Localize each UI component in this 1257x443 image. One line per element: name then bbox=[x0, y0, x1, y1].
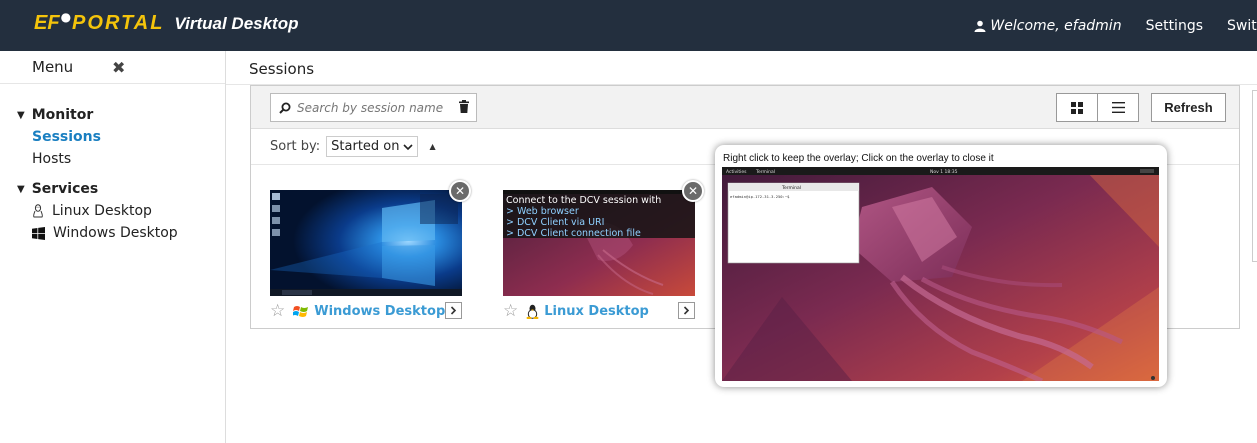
group-title-text: Monitor bbox=[31, 107, 94, 123]
search-icon bbox=[279, 102, 291, 114]
sidebar-group-services: ▼ Services Linux Desktop Windows Desktop bbox=[0, 178, 225, 244]
terminal-tab-label: Terminal bbox=[755, 169, 775, 175]
menu-label: Menu bbox=[32, 58, 74, 76]
linux-icon bbox=[32, 204, 44, 218]
settings-link[interactable]: Settings bbox=[1146, 18, 1203, 34]
session-preview-overlay[interactable]: Right click to keep the overlay; Click o… bbox=[715, 145, 1167, 387]
windows-desktop-screenshot bbox=[270, 190, 462, 296]
star-icon[interactable]: ☆ bbox=[270, 301, 285, 321]
sidebar-group-title-monitor[interactable]: ▼ Monitor bbox=[0, 104, 225, 126]
connect-title: Connect to the DCV session with bbox=[506, 195, 662, 206]
brand-product: Virtual Desktop bbox=[174, 14, 299, 33]
list-view-button[interactable] bbox=[1097, 94, 1138, 121]
top-bar: EF ● PORTAL Virtual Desktop Welcome, efa… bbox=[0, 0, 1257, 51]
connect-uri-link[interactable]: > DCV Client via URI bbox=[506, 217, 692, 228]
chevron-right-icon bbox=[683, 306, 690, 315]
session-name[interactable]: Linux Desktop bbox=[544, 304, 649, 319]
session-thumbnail[interactable] bbox=[270, 190, 462, 296]
windows-icon bbox=[32, 226, 45, 240]
brand-dot: ● bbox=[60, 10, 72, 24]
connect-file-link[interactable]: > DCV Client connection file bbox=[506, 228, 692, 239]
brand-ef: EF bbox=[34, 12, 60, 34]
sidebar-item-linux-desktop[interactable]: Linux Desktop bbox=[0, 200, 225, 222]
connect-options-overlay: Connect to the DCV session with > Web br… bbox=[503, 194, 695, 239]
welcome-link[interactable]: Welcome, efadmin bbox=[974, 17, 1122, 34]
sort-selected: Started on bbox=[331, 139, 400, 154]
terminal-prompt: efadmin@ip-172-31-3-250:~$ bbox=[730, 194, 790, 199]
search-input[interactable] bbox=[297, 100, 457, 115]
session-card-footer: ☆ Linux Desktop bbox=[503, 300, 695, 322]
sort-row: Sort by: Started on ▲ bbox=[270, 136, 436, 157]
clock-label: Nov 1 18:35 bbox=[930, 169, 958, 175]
sidebar-group-title-services[interactable]: ▼ Services bbox=[0, 178, 225, 200]
overlay-hint: Right click to keep the overlay; Click o… bbox=[723, 153, 994, 164]
refresh-button[interactable]: Refresh bbox=[1151, 93, 1226, 122]
switch-link[interactable]: Swit bbox=[1227, 18, 1257, 34]
linux-icon bbox=[526, 304, 539, 319]
page-title: Sessions bbox=[249, 60, 315, 78]
caret-down-icon: ▼ bbox=[17, 109, 25, 121]
brand-logo[interactable]: EF ● PORTAL Virtual Desktop bbox=[34, 10, 299, 35]
close-session-icon[interactable]: ✕ bbox=[682, 180, 704, 202]
sidebar-item-label: Windows Desktop bbox=[53, 225, 178, 241]
top-right-nav: Welcome, efadmin Settings Swit bbox=[974, 0, 1257, 51]
ubuntu-desktop-screenshot: Activities Terminal Nov 1 18:35 Terminal… bbox=[722, 167, 1159, 381]
star-icon[interactable]: ☆ bbox=[503, 301, 518, 321]
grid-view-button[interactable] bbox=[1057, 94, 1097, 121]
brand-portal: PORTAL bbox=[72, 12, 165, 34]
close-menu-icon[interactable]: ✖ bbox=[112, 58, 125, 77]
session-menu-button[interactable] bbox=[445, 302, 462, 319]
windows-logo-icon bbox=[293, 304, 309, 318]
sidebar-item-label: Linux Desktop bbox=[52, 203, 152, 219]
sidebar-item-hosts[interactable]: Hosts bbox=[0, 148, 225, 170]
sidebar-group-monitor: ▼ Monitor Sessions Hosts bbox=[0, 104, 225, 170]
sidebar-item-sessions[interactable]: Sessions bbox=[0, 126, 225, 148]
sessions-toolbar: Refresh bbox=[251, 86, 1239, 129]
chevron-right-icon bbox=[450, 306, 457, 315]
group-title-text: Services bbox=[31, 181, 99, 197]
welcome-text: Welcome, efadmin bbox=[990, 17, 1122, 34]
sort-label: Sort by: bbox=[270, 139, 321, 154]
user-icon bbox=[974, 20, 986, 32]
list-icon bbox=[1111, 102, 1125, 113]
terminal-window-title: Terminal bbox=[781, 185, 801, 191]
offscreen-panel-edge bbox=[1252, 90, 1257, 262]
search-box bbox=[270, 93, 477, 122]
caret-down-icon: ▼ bbox=[17, 183, 25, 195]
overlay-screenshot[interactable]: Activities Terminal Nov 1 18:35 Terminal… bbox=[722, 167, 1159, 381]
view-toggle bbox=[1056, 93, 1139, 122]
activities-label: Activities bbox=[726, 169, 747, 175]
session-card-footer: ☆ Windows Desktop bbox=[270, 300, 462, 322]
sidebar-item-windows-desktop[interactable]: Windows Desktop bbox=[0, 222, 225, 244]
close-session-icon[interactable]: ✕ bbox=[449, 180, 471, 202]
chevron-down-icon bbox=[402, 143, 413, 150]
trash-icon[interactable] bbox=[459, 100, 469, 113]
sort-select[interactable]: Started on bbox=[326, 136, 418, 157]
sort-direction-icon[interactable]: ▲ bbox=[430, 142, 436, 151]
grid-icon bbox=[1071, 101, 1083, 114]
session-thumbnail[interactable]: Connect to the DCV session with > Web br… bbox=[503, 190, 695, 296]
connect-web-browser-link[interactable]: > Web browser bbox=[506, 206, 692, 217]
session-menu-button[interactable] bbox=[678, 302, 695, 319]
session-name[interactable]: Windows Desktop bbox=[314, 304, 445, 319]
sidebar: Menu ✖ ▼ Monitor Sessions Hosts ▼ Servic… bbox=[0, 51, 226, 443]
